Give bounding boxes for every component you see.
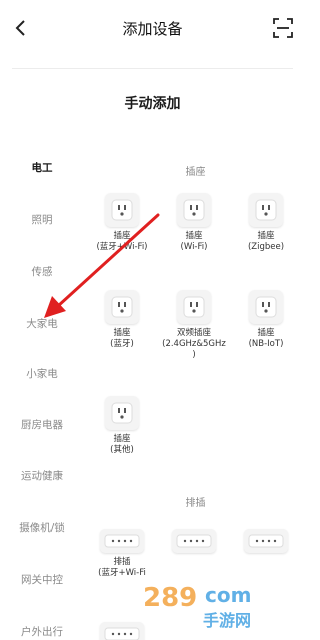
power-strip-icon: [172, 529, 216, 553]
socket-icon: [249, 290, 283, 324]
device-socket-zigbee[interactable]: 插座 (Zigbee): [230, 193, 302, 253]
sidebar-item-sensor[interactable]: 传感: [0, 264, 84, 279]
sidebar-item-sports-health[interactable]: 运动健康: [0, 468, 84, 483]
socket-icon: [177, 193, 211, 227]
socket-icon: [105, 193, 139, 227]
watermark-logo: 289 com 手游网: [143, 583, 251, 630]
device-socket-bt[interactable]: 插座 (蓝牙): [86, 290, 158, 350]
svg-text:手游网: 手游网: [203, 611, 251, 630]
socket-icon: [105, 290, 139, 324]
device-label: 插座 (蓝牙): [110, 328, 134, 349]
device-strip-2[interactable]: [158, 529, 230, 557]
sidebar-item-gateway[interactable]: 网关中控: [0, 572, 84, 587]
device-socket-bt-wifi[interactable]: 插座 (蓝牙+Wi-Fi): [86, 193, 158, 253]
device-label: 插座 (NB-IoT): [248, 328, 284, 349]
socket-icon: [105, 396, 139, 430]
sidebar-item-large-appliance[interactable]: 大家电: [0, 316, 84, 331]
device-label: 插座 (Zigbee): [247, 231, 285, 252]
sidebar-item-outdoor[interactable]: 户外出行: [0, 624, 84, 639]
sidebar-item-electrician[interactable]: 电工: [0, 160, 84, 175]
sidebar-item-camera-lock[interactable]: 摄像机/锁: [0, 520, 84, 535]
device-label: 插座 (Wi-Fi): [180, 231, 208, 252]
device-strip-3[interactable]: [230, 529, 302, 557]
svg-text:com: com: [205, 583, 251, 607]
category-title-socket: 插座: [185, 167, 206, 178]
device-label: 插座 (其他): [110, 434, 134, 455]
device-strip-bt-wifi[interactable]: 排插 (蓝牙+Wi-Fi: [86, 529, 158, 579]
device-socket-other[interactable]: 插座 (其他): [86, 396, 158, 456]
device-socket-nbiot[interactable]: 插座 (NB-IoT): [230, 290, 302, 350]
socket-icon: [249, 193, 283, 227]
device-label: 插座 (蓝牙+Wi-Fi): [96, 231, 148, 252]
device-socket-dual-band[interactable]: 双频插座 (2.4GHz&5GHz ): [158, 290, 230, 361]
sidebar-item-small-appliance[interactable]: 小家电: [0, 366, 84, 381]
device-list: 插座 插座 (蓝牙+Wi-Fi) 插座 (Wi-Fi) 插座 (Zigbee) …: [86, 0, 305, 640]
category-title-power-strip: 排插: [185, 498, 206, 509]
sidebar-item-kitchen[interactable]: 厨房电器: [0, 417, 84, 432]
device-label: 双频插座 (2.4GHz&5GHz ): [162, 328, 226, 360]
power-strip-icon: [100, 529, 144, 553]
socket-icon: [177, 290, 211, 324]
sidebar-item-lighting[interactable]: 照明: [0, 212, 84, 227]
power-strip-icon: [244, 529, 288, 553]
device-socket-wifi[interactable]: 插座 (Wi-Fi): [158, 193, 230, 253]
svg-text:289: 289: [143, 583, 197, 613]
